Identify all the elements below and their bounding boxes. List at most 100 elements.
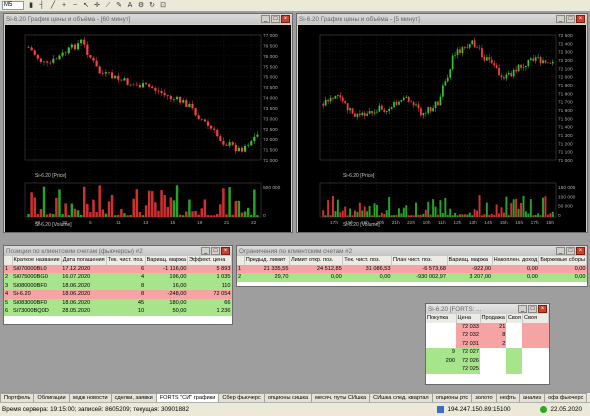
close-icon[interactable]: × xyxy=(576,247,585,255)
pencil-icon[interactable]: ✎ xyxy=(115,2,123,10)
orderbook-row[interactable]: 72 032 8 xyxy=(426,331,549,340)
status-bar: Время сервера: 19:15:00; записей: 860520… xyxy=(0,402,590,416)
col-header[interactable]: Продажа xyxy=(480,314,507,323)
col-header[interactable]: Покупка xyxy=(426,314,457,323)
chart-area[interactable]: 72 500 72 400 72 300 72 200 72 100 72 000 71 9… xyxy=(298,25,586,232)
chart-window-60min[interactable]: Si-6.20 График цены и объёма - [60 минут… xyxy=(3,13,293,233)
table-row[interactable]: 2 29,70 0,00 0,00 -930 002,97 3 207,00 0,00 0,0… xyxy=(237,273,587,282)
col-header[interactable] xyxy=(237,256,245,265)
col-header[interactable]: Вариац. маржа xyxy=(447,256,493,265)
workspace-tab[interactable]: анализ xyxy=(518,393,546,402)
chart-area[interactable]: 77 000 76 500 76 000 75 500 75 000 74 500 74 0… xyxy=(5,25,291,232)
workspace-tab[interactable]: Облигации xyxy=(33,393,70,402)
workspace-tab[interactable]: СИшка след. квартал xyxy=(369,393,433,402)
minimize-icon[interactable]: _ xyxy=(261,15,270,23)
candles-icon[interactable]: ▮ xyxy=(27,2,35,10)
timeframe-select[interactable]: M5 xyxy=(2,1,24,10)
close-icon[interactable]: × xyxy=(576,15,585,23)
candle-body xyxy=(179,96,182,103)
col-header[interactable]: Тек. чист. поз. xyxy=(342,256,392,265)
window-titlebar[interactable]: Si-6.20 График цены и объёма - [60 минут… xyxy=(4,14,292,24)
col-header[interactable]: Биржевые сборы xyxy=(538,256,587,265)
text-tool-icon[interactable]: A xyxy=(126,2,134,10)
workspace-tab[interactable]: FORTS "СИ" графики xyxy=(155,393,220,402)
cursor-icon[interactable]: ↖ xyxy=(82,2,90,10)
col-header[interactable]: Краткое название xyxy=(12,256,62,265)
crosshair-icon[interactable]: ✛ xyxy=(93,2,101,10)
volume-bar xyxy=(58,189,61,217)
col-header[interactable]: Накоплен. доход xyxy=(492,256,540,265)
col-header[interactable] xyxy=(4,256,13,265)
orderbook-row[interactable]: 72 031 2 xyxy=(426,339,549,348)
workspace-tab[interactable]: месяч. путы СИшка xyxy=(311,393,371,402)
settings-icon[interactable]: ⚙ xyxy=(137,2,145,10)
col-header[interactable]: Вариац. маржа xyxy=(145,256,189,265)
maximize-icon[interactable]: □ xyxy=(528,305,537,313)
minimize-icon[interactable]: _ xyxy=(556,15,565,23)
window-titlebar[interactable]: Si-6.20 График цены и объёма - [5 минут]… xyxy=(297,14,587,24)
refresh-icon[interactable]: ↻ xyxy=(148,2,156,10)
table-row[interactable]: 3 Si080000BF0 18.06.2020 8 16,00 110 xyxy=(4,281,232,290)
minimize-icon[interactable]: _ xyxy=(201,247,210,255)
table-row[interactable]: 4 Si-6.20 18.06.2020 8 -248,00 72 054 xyxy=(4,290,232,299)
volume-bar xyxy=(451,215,454,217)
cell-pos: 8 xyxy=(106,281,146,290)
orderbook-row[interactable]: 200 72 026 xyxy=(426,356,549,365)
workspace-tab[interactable]: сделки, заявки xyxy=(110,393,157,402)
workspace-tab[interactable]: офз фьючерс xyxy=(544,393,588,402)
window-titlebar[interactable]: Ограничения по клиентским счетам #2 _ □ × xyxy=(237,246,587,256)
table-row[interactable]: 1 Si070000BL0 17.12.2020 6 -1 116,00 5 893 xyxy=(4,264,232,273)
chart-window-5min[interactable]: Si-6.20 График цены и объёма - [5 минут]… xyxy=(296,13,588,233)
table-row[interactable]: 1 21 335,55 24 512,85 31 086,53 -6 573,68 -92… xyxy=(237,264,587,273)
workspace-tab[interactable]: опционы сишка xyxy=(263,393,313,402)
maximize-icon[interactable]: □ xyxy=(271,15,280,23)
workspace-tab[interactable]: хедж новости xyxy=(68,393,112,402)
col-header[interactable]: Своя xyxy=(506,314,523,323)
table-row[interactable]: 5 Si083000BF0 18.06.2020 45 180,00 66 xyxy=(4,298,232,307)
lock-icon[interactable]: ⊡ xyxy=(159,2,167,10)
col-header[interactable]: Эффект. цена xyxy=(187,256,232,265)
col-header[interactable]: Предыд. лимит xyxy=(244,256,290,265)
cell-n: 3 xyxy=(4,281,12,290)
trendline-icon[interactable]: ⟋ xyxy=(104,2,112,10)
maximize-icon[interactable]: □ xyxy=(566,247,575,255)
window-titlebar[interactable]: Si-6.20 [FORTS: ... _ □ × xyxy=(426,304,549,314)
close-icon[interactable]: × xyxy=(221,247,230,255)
col-header[interactable]: Дата погашения xyxy=(61,256,107,265)
col-header[interactable]: Лимит откр. поз. xyxy=(289,256,344,265)
cell-own xyxy=(522,339,549,348)
volume-bar xyxy=(527,213,530,217)
table-row[interactable]: 2 Si075000BG0 16.07.2020 4 196,00 1 035 xyxy=(4,273,232,282)
workspace-tab[interactable]: нефть xyxy=(495,393,520,402)
close-icon[interactable]: × xyxy=(538,305,547,313)
positions-window[interactable]: Позиции по клиентским счетам (фьючерсы) … xyxy=(3,245,233,325)
orderbook-row[interactable]: 72 033 21 xyxy=(426,322,549,331)
orderbook-row[interactable]: 9 72 027 xyxy=(426,348,549,357)
close-icon[interactable]: × xyxy=(281,15,290,23)
cell-e: 3 207,00 xyxy=(447,273,493,282)
maximize-icon[interactable]: □ xyxy=(211,247,220,255)
zoom-in-icon[interactable]: + xyxy=(60,2,68,10)
col-header[interactable]: План чист. поз. xyxy=(391,256,448,265)
zoom-out-icon[interactable]: − xyxy=(71,2,79,10)
orderbook-row[interactable]: 72 025 xyxy=(426,365,549,374)
workspace-tab[interactable]: Портфель xyxy=(0,393,35,402)
workspace-tab[interactable]: золото xyxy=(471,393,497,402)
volume-bar xyxy=(407,215,410,217)
candle-body xyxy=(114,75,117,79)
maximize-icon[interactable]: □ xyxy=(566,15,575,23)
cell-n: 1 xyxy=(237,264,245,273)
window-titlebar[interactable]: Позиции по клиентским счетам (фьючерсы) … xyxy=(4,246,232,256)
col-header[interactable]: Цена xyxy=(456,314,481,323)
limits-window[interactable]: Ограничения по клиентским счетам #2 _ □ × … xyxy=(236,245,588,287)
workspace-tab[interactable]: опционы ртс xyxy=(431,393,473,402)
col-header[interactable]: Своя xyxy=(522,314,550,323)
col-header[interactable]: Тек. чист. поз. xyxy=(106,256,146,265)
minimize-icon[interactable]: _ xyxy=(518,305,527,313)
table-row[interactable]: 6 Si73000BQ0D 28.05.2020 10 50,00 1 236 xyxy=(4,307,232,316)
orderbook-window[interactable]: Si-6.20 [FORTS: ... _ □ × Покупка Цена Про… xyxy=(425,303,550,385)
bars-icon[interactable]: ┤ xyxy=(38,2,46,10)
workspace-tab[interactable]: Сбер фьючерс xyxy=(218,393,265,402)
minimize-icon[interactable]: _ xyxy=(556,247,565,255)
line-icon[interactable]: ╱ xyxy=(49,2,57,10)
